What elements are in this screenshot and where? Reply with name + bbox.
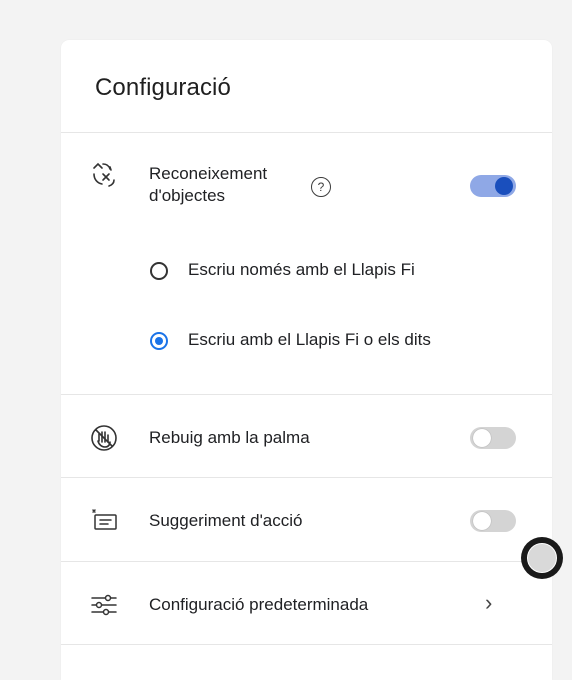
divider: [61, 477, 552, 478]
toggle-knob: [473, 429, 491, 447]
divider: [61, 561, 552, 562]
panel-title: Configuració: [95, 74, 231, 101]
object-recognition-label: Reconeixement d'objectes: [149, 164, 268, 205]
toggle-knob: [495, 177, 513, 195]
default-settings-label: Configuració predeterminada: [149, 595, 369, 614]
action-suggestion-toggle[interactable]: [470, 510, 516, 532]
sliders-icon: [89, 590, 119, 620]
toggle-knob: [473, 512, 491, 530]
shapes-transform-icon: [89, 160, 119, 190]
chevron-right-icon: ›: [485, 590, 493, 615]
divider: [61, 394, 552, 395]
palm-rejection-toggle[interactable]: [470, 427, 516, 449]
divider: [61, 132, 552, 133]
radio-label: Escriu només amb el Llapis Fi: [188, 260, 415, 279]
radio-button[interactable]: [150, 262, 168, 280]
settings-panel: Configuració Reconeixement d'objectes ? …: [61, 40, 552, 680]
palm-hand-icon: [89, 423, 119, 453]
help-icon[interactable]: ?: [311, 177, 331, 197]
object-recognition-toggle[interactable]: [470, 175, 516, 197]
radio-button-selected[interactable]: [150, 332, 168, 350]
action-suggestion-label: Suggeriment d'acció: [149, 511, 303, 530]
divider: [61, 644, 552, 645]
suggestion-card-icon: [89, 506, 119, 536]
palm-rejection-label: Rebuig amb la palma: [149, 428, 310, 447]
radio-label: Escriu amb el Llapis Fi o els dits: [188, 330, 431, 349]
pen-cursor-icon: [521, 537, 563, 579]
